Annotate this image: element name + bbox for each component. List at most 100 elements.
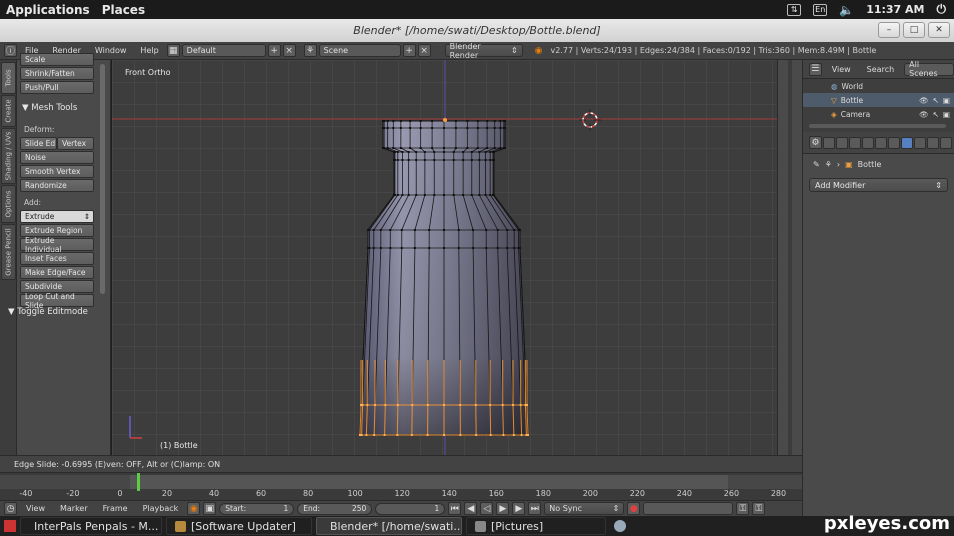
make-edge-face-button[interactable]: Make Edge/Face — [20, 266, 94, 279]
noise-button[interactable]: Noise — [20, 151, 94, 164]
menu-window[interactable]: Window — [89, 46, 133, 55]
tab-tools[interactable]: Tools — [1, 62, 16, 94]
pin-icon[interactable]: ✎ — [813, 160, 820, 169]
applications-menu[interactable]: Applications — [0, 3, 96, 17]
keyboard-layout-indicator[interactable]: En — [813, 3, 828, 16]
maximize-button[interactable]: □ — [903, 22, 925, 38]
tab-options[interactable]: Options — [1, 185, 16, 223]
trash-icon[interactable] — [614, 520, 626, 532]
show-desktop-icon[interactable] — [4, 520, 16, 532]
sync-mode-dropdown[interactable]: No Sync ⇕ — [544, 502, 625, 515]
timeline-editor[interactable]: -40 -20 0 20 40 60 80 100 120 140 160 180 200 220 240 2… — [0, 472, 802, 500]
push-pull-button[interactable]: Push/Pull — [20, 81, 94, 94]
editor-type-outliner-icon[interactable]: ☰ — [809, 62, 822, 76]
record-icon[interactable]: ● — [627, 502, 641, 515]
current-frame-indicator[interactable] — [137, 473, 140, 491]
scene-tab-icon[interactable] — [849, 136, 861, 149]
render-engine-dropdown[interactable]: Blender Render ⇕ — [444, 42, 523, 60]
texture-tab-icon[interactable] — [940, 136, 952, 149]
object-tab-icon[interactable] — [875, 136, 887, 149]
scene-icon[interactable]: ⚘ — [303, 44, 317, 57]
remove-layout-icon[interactable]: × — [282, 44, 296, 57]
power-icon[interactable]: ⏻ — [937, 2, 947, 17]
randomize-button[interactable]: Randomize — [20, 179, 94, 192]
screen-layout-field[interactable]: Default — [181, 44, 266, 57]
add-scene-icon[interactable]: + — [402, 44, 416, 57]
outliner-search-menu[interactable]: Search — [861, 65, 900, 74]
3d-viewport[interactable]: Front Ortho (1) Bottle — [112, 60, 777, 455]
viewport-canvas[interactable] — [112, 60, 777, 455]
close-button[interactable]: ✕ — [928, 22, 950, 38]
shrink-fatten-button[interactable]: Shrink/Fatten — [20, 67, 94, 80]
outliner-item-world[interactable]: ◍ World — [803, 79, 954, 93]
slide-vertex-button[interactable]: Vertex — [57, 137, 94, 150]
screen-layout-icon[interactable]: ▦ — [166, 44, 180, 57]
task-pictures[interactable]: [Pictures] — [466, 517, 606, 535]
keying-set-field[interactable] — [643, 502, 734, 515]
tool-shelf-scrollbar[interactable] — [100, 64, 105, 294]
places-menu[interactable]: Places — [96, 3, 151, 17]
constraints-tab-icon[interactable] — [888, 136, 900, 149]
next-keyframe-icon[interactable]: ▶ — [512, 502, 526, 515]
smooth-vertex-button[interactable]: Smooth Vertex — [20, 165, 94, 178]
add-modifier-dropdown[interactable]: Add Modifier ⇕ — [809, 178, 948, 192]
inset-faces-button[interactable]: Inset Faces — [20, 252, 94, 265]
delete-keyframe-icon[interactable]: ⚿ — [752, 502, 766, 515]
slide-edge-button[interactable]: Slide Ed — [20, 137, 57, 150]
outliner-scrollbar[interactable] — [809, 124, 946, 128]
jump-start-icon[interactable]: ⏮ — [448, 502, 462, 515]
menu-frame[interactable]: Frame — [97, 504, 134, 513]
task-blender[interactable]: Blender* [/home/swati... — [316, 517, 462, 535]
viewport-scrollbar[interactable] — [788, 60, 792, 455]
start-frame-field[interactable]: Start: 1 — [219, 502, 295, 515]
current-frame-field[interactable]: 1 — [375, 502, 446, 515]
network-icon[interactable]: ⇅ — [787, 3, 802, 16]
outliner-item-bottle[interactable]: ▽ Bottle 👁 ↖ ▣ — [803, 93, 954, 107]
minimize-button[interactable]: – — [878, 22, 900, 38]
jump-end-icon[interactable]: ⏭ — [528, 502, 542, 515]
data-tab-icon[interactable] — [914, 136, 926, 149]
render-camera-icon[interactable]: ▣ — [943, 96, 950, 105]
play-icon[interactable]: ▶ — [496, 502, 510, 515]
end-frame-field[interactable]: End: 250 — [297, 502, 373, 515]
viewport-properties-strip[interactable] — [777, 60, 802, 455]
insert-keyframe-icon[interactable]: ⚿ — [736, 502, 750, 515]
preview-range-icon[interactable]: ▣ — [203, 502, 217, 515]
modifiers-tab-icon[interactable] — [901, 136, 913, 149]
menu-playback[interactable]: Playback — [137, 504, 185, 513]
menu-view[interactable]: View — [20, 504, 51, 513]
toggle-editmode-panel-header[interactable]: ▼ Toggle Editmode — [8, 307, 88, 317]
extrude-dropdown[interactable]: Extrude ⇕ — [20, 210, 94, 223]
editor-type-properties-icon[interactable]: ⚙ — [809, 136, 822, 149]
remove-scene-icon[interactable]: × — [417, 44, 431, 57]
select-arrow-icon[interactable]: ↖ — [933, 96, 939, 105]
select-arrow-icon[interactable]: ↖ — [933, 110, 939, 119]
outliner-display-mode[interactable]: All Scenes — [904, 60, 954, 78]
prev-keyframe-icon[interactable]: ◀ — [464, 502, 478, 515]
world-tab-icon[interactable] — [862, 136, 874, 149]
render-camera-icon[interactable]: ▣ — [943, 110, 950, 119]
tab-create[interactable]: Create — [1, 95, 16, 127]
menu-marker[interactable]: Marker — [54, 504, 94, 513]
clock[interactable]: 11:37 AM — [866, 3, 924, 16]
render-layers-tab-icon[interactable] — [836, 136, 848, 149]
outliner-item-camera[interactable]: ◈ Camera 👁 ↖ ▣ — [803, 107, 954, 121]
scale-button[interactable]: Scale — [20, 53, 94, 66]
loop-cut-slide-button[interactable]: Loop Cut and Slide — [20, 292, 94, 310]
render-tab-icon[interactable] — [823, 136, 835, 149]
material-tab-icon[interactable] — [927, 136, 939, 149]
editor-type-info-icon[interactable]: ⓘ — [4, 44, 17, 57]
menu-help[interactable]: Help — [134, 46, 164, 55]
auto-keying-icon[interactable]: ◉ — [187, 502, 201, 515]
task-interpals[interactable]: InterPals Penpals - M... — [20, 517, 162, 535]
play-reverse-icon[interactable]: ◁ — [480, 502, 494, 515]
scene-field[interactable]: Scene — [318, 44, 401, 57]
editor-type-timeline-icon[interactable]: ◷ — [4, 502, 17, 515]
mesh-tools-panel-header[interactable]: ▼ Mesh Tools — [22, 103, 77, 113]
volume-icon[interactable]: 🔈 — [839, 3, 854, 17]
tab-grease-pencil[interactable]: Grease Pencil — [1, 224, 16, 280]
visibility-eye-icon[interactable]: 👁 — [919, 110, 929, 119]
task-software-updater[interactable]: [Software Updater] — [166, 517, 312, 535]
tab-shading-uvs[interactable]: Shading / UVs — [1, 128, 16, 184]
add-layout-icon[interactable]: + — [267, 44, 281, 57]
